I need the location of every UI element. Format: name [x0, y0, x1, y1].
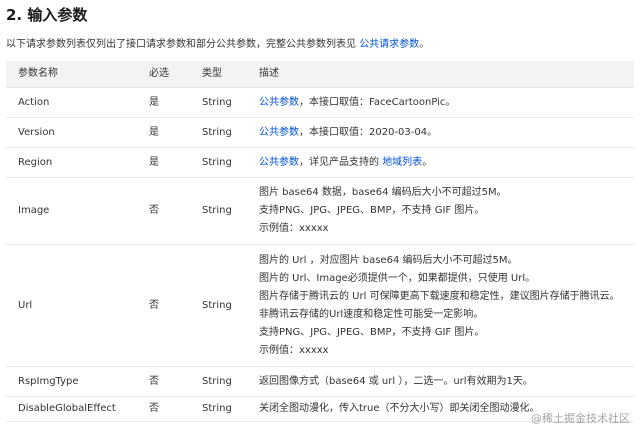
param-required: 否: [137, 177, 190, 245]
param-type: String: [190, 117, 247, 148]
param-type: String: [190, 177, 247, 245]
param-name: RspImgType: [6, 366, 137, 397]
desc-line: 非腾讯云存储的Url速度和稳定性可能受一定影响。: [259, 308, 484, 320]
public-param-link[interactable]: 公共参数: [259, 97, 299, 108]
param-description: 返回图像方式（base64 或 url ），二选一。url有效期为1天。: [247, 366, 634, 397]
param-required: 否: [137, 244, 190, 367]
param-name: Version: [6, 117, 137, 148]
table-row: Url 否 String 图片的 Url ，对应图片 base64 编码后大小不…: [6, 244, 634, 367]
desc-line: 示例值：xxxxx: [259, 223, 329, 234]
param-required: 是: [137, 87, 190, 118]
table-header-row: 参数名称 必选 类型 描述: [6, 61, 634, 88]
desc-line: 示例值：xxxxx: [259, 344, 329, 356]
desc-line: 返回图像方式（base64 或 url ），二选一。url有效期为1天。: [259, 375, 533, 387]
param-type: String: [190, 244, 247, 367]
param-name: Image: [6, 177, 137, 245]
param-required: 否: [137, 366, 190, 397]
param-type: String: [190, 147, 247, 178]
desc-text: ，详见产品支持的: [299, 156, 379, 168]
desc-text: ，本接口取值：FaceCartoonPic。: [299, 96, 456, 108]
intro-text: 以下请求参数列表仅列出了接口请求参数和部分公共参数，完整公共参数列表见 公共请求…: [6, 35, 429, 50]
intro-suffix: 。: [419, 39, 430, 50]
table-row: Version 是 String 公共参数，本接口取值：2020-03-04。: [6, 117, 634, 148]
params-table: 参数名称 必选 类型 描述 Action 是 String 公共参数，本接口取值…: [6, 61, 634, 422]
param-name: DisableGlobalEffect: [6, 396, 137, 422]
table-row: RspImgType 否 String 返回图像方式（base64 或 url …: [6, 366, 634, 397]
desc-line: 支持PNG、JPG、JPEG、BMP，不支持 GIF 图片。: [259, 205, 485, 216]
param-name: Region: [6, 147, 137, 178]
site-watermark: @稀土掘金技术社区: [531, 412, 630, 425]
desc-line: 支持PNG、JPG、JPEG、BMP，不支持 GIF 图片。: [259, 326, 485, 338]
param-type: String: [190, 396, 247, 422]
param-required: 是: [137, 117, 190, 148]
desc-tail: 。: [422, 156, 433, 168]
param-type: String: [190, 366, 247, 397]
table-row: Action 是 String 公共参数，本接口取值：FaceCartoonPi…: [6, 87, 634, 118]
desc-line: 图片的 Url ，对应图片 base64 编码后大小不可超过5M。: [259, 254, 518, 266]
header-type: 类型: [190, 61, 247, 88]
param-description: 公共参数，详见产品支持的 地域列表。: [247, 147, 634, 178]
intro-sentence: 以下请求参数列表仅列出了接口请求参数和部分公共参数，完整公共参数列表见: [6, 39, 356, 50]
desc-line: 图片的 Url、Image必须提供一个，如果都提供，只使用 Url。: [259, 272, 536, 284]
param-required: 否: [137, 396, 190, 422]
public-param-link[interactable]: 公共参数: [259, 157, 299, 168]
table-row: Image 否 String 图片 base64 数据，base64 编码后大小…: [6, 177, 634, 245]
param-description: 公共参数，本接口取值：2020-03-04。: [247, 117, 634, 148]
header-required: 必选: [137, 61, 190, 88]
param-description: 图片 base64 数据，base64 编码后大小不可超过5M。 支持PNG、J…: [247, 177, 634, 245]
param-required: 是: [137, 147, 190, 178]
param-name: Action: [6, 87, 137, 118]
table-row: Region 是 String 公共参数，详见产品支持的 地域列表。: [6, 147, 634, 178]
desc-line: 图片存储于腾讯云的 Url 可保障更高下载速度和稳定性，建议图片存储于腾讯云。: [259, 290, 620, 302]
param-description: 图片的 Url ，对应图片 base64 编码后大小不可超过5M。 图片的 Ur…: [247, 244, 634, 367]
public-param-link[interactable]: 公共参数: [259, 127, 299, 138]
header-param-name: 参数名称: [6, 61, 137, 88]
param-type: String: [190, 87, 247, 118]
section-heading: 2. 输入参数: [6, 6, 88, 24]
param-description: 公共参数，本接口取值：FaceCartoonPic。: [247, 87, 634, 118]
header-description: 描述: [247, 61, 634, 88]
desc-text: ，本接口取值：2020-03-04。: [299, 126, 438, 138]
region-list-link[interactable]: 地域列表: [382, 157, 422, 168]
desc-line: 图片 base64 数据，base64 编码后大小不可超过5M。: [259, 187, 507, 198]
param-name: Url: [6, 244, 137, 367]
public-params-link[interactable]: 公共请求参数: [359, 39, 419, 50]
